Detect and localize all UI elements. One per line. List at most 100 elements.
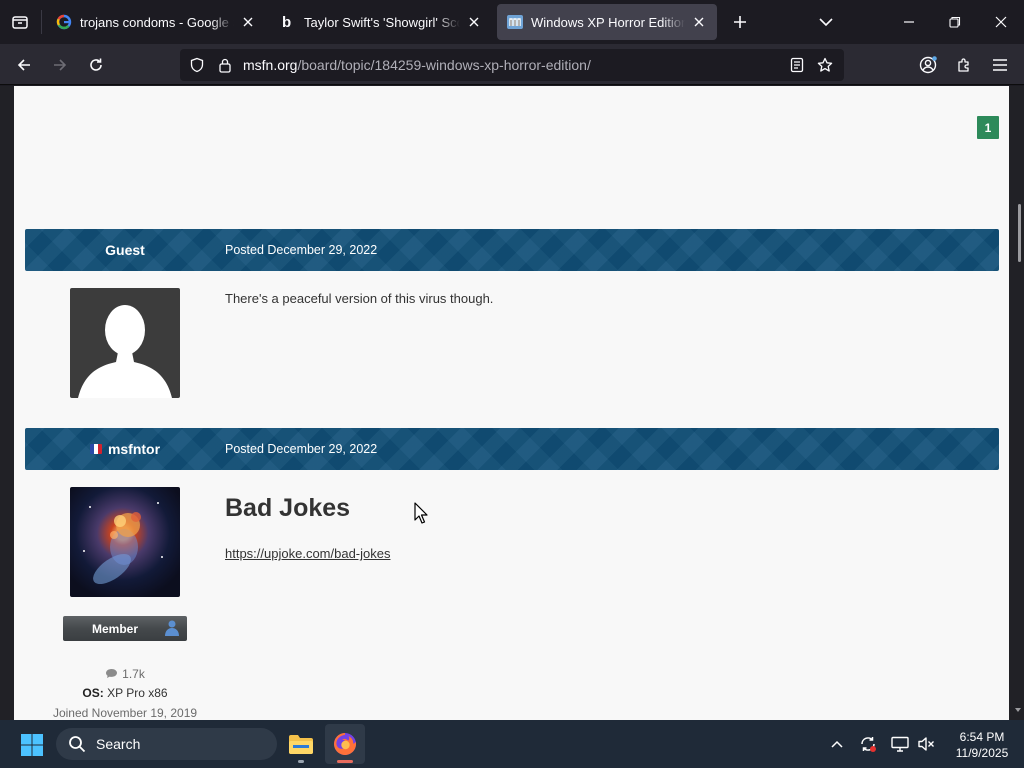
close-icon: [995, 16, 1007, 28]
taskbar-search[interactable]: Search: [56, 728, 277, 760]
new-tab-button[interactable]: [726, 8, 754, 36]
close-icon[interactable]: [466, 14, 482, 30]
tab-title: Taylor Swift's 'Showgirl' Scores |: [304, 14, 460, 30]
chevron-up-icon: [831, 740, 843, 748]
forward-button[interactable]: [44, 49, 76, 81]
post-header: Guest Posted December 29, 2022: [25, 229, 999, 271]
nebula-hand-image: [83, 502, 163, 585]
chevron-down-icon: [819, 18, 833, 27]
bookmark-star-icon[interactable]: [817, 57, 833, 73]
account-icon: [919, 56, 937, 74]
tab-overview-icon: [12, 16, 28, 29]
extensions-button[interactable]: [948, 49, 980, 81]
close-icon[interactable]: [240, 14, 256, 30]
post-body: There's a peaceful version of this virus…: [225, 291, 494, 306]
tab-separator: [41, 10, 42, 34]
forward-arrow-icon: [54, 59, 67, 71]
file-explorer-taskbar-button[interactable]: [281, 724, 321, 764]
taskbar-clock[interactable]: 6:54 PM 11/9/2025: [944, 729, 1020, 761]
speaker-muted-icon[interactable]: [916, 734, 936, 754]
mouse-cursor-icon: [414, 502, 428, 524]
tab-strip: trojans condoms - Google Search b Taylor…: [0, 0, 1024, 44]
author-name: Guest: [105, 242, 145, 258]
post-author[interactable]: msfntor: [25, 441, 225, 457]
default-user-icon: [78, 305, 172, 398]
url-domain: msfn.org: [243, 57, 298, 73]
bing-b-icon: b: [280, 14, 296, 30]
windows-logo-icon: [21, 734, 43, 756]
post-date[interactable]: Posted December 29, 2022: [225, 442, 377, 456]
post-date[interactable]: Posted December 29, 2022: [225, 243, 377, 257]
show-hidden-icons-button[interactable]: [827, 734, 847, 754]
member-person-icon: [165, 620, 179, 636]
account-button[interactable]: [912, 49, 944, 81]
hamburger-icon: [993, 59, 1007, 71]
navigation-toolbar: msfn.org/board/topic/184259-windows-xp-h…: [0, 44, 1024, 85]
shield-icon[interactable]: [189, 57, 205, 73]
taskbar: Search 6:54 PM 11/9/2025: [0, 720, 1024, 768]
clock-date: 11/9/2025: [955, 746, 1009, 760]
tab-google-search[interactable]: trojans condoms - Google Search: [46, 4, 266, 40]
avatar[interactable]: [70, 487, 180, 597]
reputation-badge[interactable]: 1: [977, 116, 999, 139]
reload-icon: [90, 58, 102, 71]
restore-icon: [949, 16, 961, 28]
msfn-icon: [507, 14, 523, 30]
post-title: Bad Jokes: [225, 494, 351, 522]
close-icon[interactable]: [691, 14, 707, 30]
avatar: [70, 288, 180, 398]
display-icon[interactable]: [890, 734, 910, 754]
os-info: OS: XP Pro x86: [14, 686, 236, 700]
folder-icon: [289, 735, 313, 754]
tab-msfn[interactable]: Windows XP Horror Edition - MSFN: [497, 4, 717, 40]
scroll-down-arrow-icon[interactable]: [1014, 706, 1022, 714]
search-label: Search: [96, 736, 141, 752]
url-text[interactable]: msfn.org/board/topic/184259-windows-xp-h…: [243, 57, 591, 73]
back-button[interactable]: [8, 49, 40, 81]
sync-icon[interactable]: [858, 734, 878, 754]
minimize-button[interactable]: [886, 0, 932, 44]
search-icon: [69, 736, 86, 753]
close-window-button[interactable]: [978, 0, 1024, 44]
lock-icon[interactable]: [217, 57, 233, 73]
post-link[interactable]: https://upjoke.com/bad-jokes: [225, 546, 390, 561]
post-count-value: 1.7k: [122, 667, 145, 681]
list-all-tabs-button[interactable]: [812, 8, 840, 36]
post-count: 1.7k: [14, 667, 236, 681]
active-indicator: [337, 760, 353, 763]
minimize-icon: [904, 21, 914, 23]
plus-icon: [734, 16, 746, 28]
post-header: msfntor Posted December 29, 2022: [25, 428, 999, 470]
start-button[interactable]: [14, 728, 50, 762]
tab-overview-button[interactable]: [0, 4, 40, 40]
scrollbar[interactable]: [1012, 86, 1024, 720]
google-icon: [56, 14, 72, 30]
post-author: Guest: [25, 242, 225, 258]
os-value: XP Pro x86: [107, 686, 168, 700]
reload-button[interactable]: [80, 49, 112, 81]
firefox-icon: [334, 733, 357, 755]
reader-view-icon[interactable]: [789, 57, 805, 73]
os-label: OS:: [82, 686, 104, 700]
firefox-taskbar-button[interactable]: [325, 724, 365, 764]
back-arrow-icon: [17, 59, 30, 71]
author-name: msfntor: [107, 441, 161, 457]
joined-date: Joined November 19, 2019: [52, 706, 198, 720]
restore-button[interactable]: [932, 0, 978, 44]
tab-title: trojans condoms - Google Search: [80, 14, 234, 30]
comment-icon: [106, 669, 118, 678]
scrollbar-thumb[interactable]: [1018, 204, 1021, 262]
page-viewport: 1 Guest Posted December 29, 2022 There's…: [0, 86, 1024, 720]
rank-badge: Member: [63, 616, 187, 641]
tab-taylor-swift[interactable]: b Taylor Swift's 'Showgirl' Scores |: [270, 4, 492, 40]
running-indicator: [298, 760, 304, 763]
svg-text:b: b: [282, 14, 291, 30]
url-path: /board/topic/184259-windows-xp-horror-ed…: [297, 57, 591, 73]
menu-button[interactable]: [984, 49, 1016, 81]
puzzle-icon: [958, 58, 969, 72]
france-flag-icon: [89, 444, 102, 454]
forum-content: 1 Guest Posted December 29, 2022 There's…: [14, 86, 1009, 720]
clock-time: 6:54 PM: [959, 730, 1005, 744]
tab-title: Windows XP Horror Edition - MSFN: [531, 14, 685, 30]
address-bar[interactable]: msfn.org/board/topic/184259-windows-xp-h…: [180, 49, 844, 81]
